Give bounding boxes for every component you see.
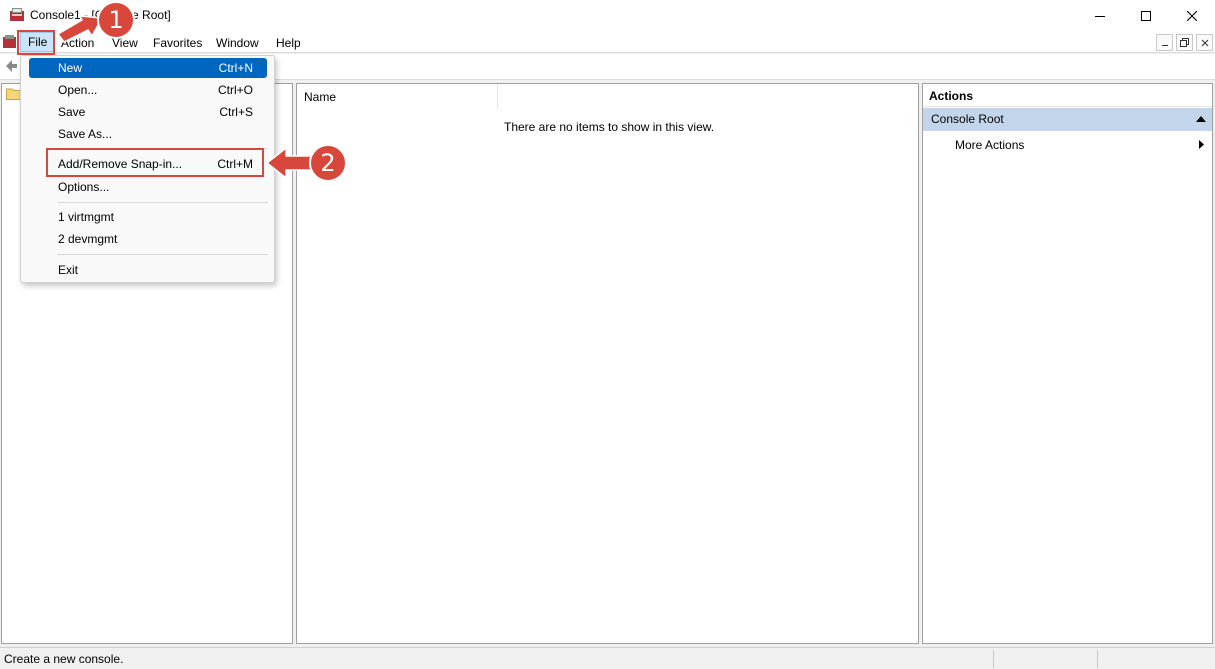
- actions-pane: Actions Console Root More Actions: [922, 83, 1213, 644]
- menu-item-save[interactable]: Save Ctrl+S: [29, 102, 267, 122]
- mmc-app-icon: [10, 8, 24, 21]
- actions-header: Actions: [923, 84, 1212, 107]
- chevron-right-icon[interactable]: [1199, 140, 1204, 149]
- name-column-header[interactable]: Name: [297, 84, 498, 109]
- actions-root-label: Console Root: [931, 112, 1004, 126]
- back-arrow-icon[interactable]: [4, 59, 18, 73]
- menu-favorites[interactable]: Favorites: [153, 34, 202, 52]
- results-pane[interactable]: Name There are no items to show in this …: [296, 83, 919, 644]
- menu-separator: [58, 202, 268, 203]
- menu-item-options[interactable]: Options...: [29, 177, 267, 197]
- document-icon[interactable]: [3, 35, 17, 49]
- menu-item-recent-devmgmt[interactable]: 2 devmgmt: [29, 229, 267, 249]
- menu-item-save-as[interactable]: Save As...: [29, 124, 267, 144]
- menu-item-open[interactable]: Open... Ctrl+O: [29, 80, 267, 100]
- menu-item-label: 2 devmgmt: [58, 232, 118, 246]
- minimize-button[interactable]: [1077, 0, 1123, 31]
- menu-item-label: Save As...: [58, 127, 113, 141]
- menu-item-new[interactable]: New Ctrl+N: [29, 58, 267, 78]
- menu-item-shortcut: Ctrl+O: [217, 83, 253, 97]
- child-close-button[interactable]: [1196, 34, 1213, 51]
- more-actions-item[interactable]: More Actions: [955, 138, 1024, 152]
- close-icon: [1201, 39, 1208, 46]
- menu-item-exit[interactable]: Exit: [29, 260, 267, 280]
- menu-item-label: Exit: [58, 263, 79, 277]
- menu-bar: File Action View Favorites Window Help: [0, 31, 1215, 53]
- status-text: Create a new console.: [4, 652, 124, 666]
- status-bar: Create a new console.: [0, 647, 1215, 669]
- collapse-up-icon[interactable]: [1196, 116, 1206, 122]
- child-minimize-button[interactable]: [1156, 34, 1173, 51]
- close-button[interactable]: [1169, 0, 1215, 31]
- minimize-icon: [1161, 44, 1168, 46]
- menu-item-shortcut: Ctrl+N: [218, 61, 253, 75]
- menu-item-recent-virtmgmt[interactable]: 1 virtmgmt: [29, 207, 267, 227]
- menu-item-label: 1 virtmgmt: [58, 210, 115, 224]
- status-divider: [993, 650, 994, 668]
- menu-help[interactable]: Help: [276, 34, 301, 52]
- menu-item-label: Options...: [58, 180, 110, 194]
- menu-window[interactable]: Window: [216, 34, 259, 52]
- maximize-icon: [1141, 10, 1151, 21]
- child-restore-button[interactable]: [1176, 34, 1193, 51]
- actions-console-root[interactable]: Console Root: [923, 108, 1212, 131]
- minimize-icon: [1095, 15, 1105, 17]
- annotation-highlight-snap-in: [46, 148, 264, 177]
- status-divider: [1097, 650, 1098, 668]
- menu-item-shortcut: Ctrl+S: [219, 105, 253, 119]
- menu-item-label: Open...: [58, 83, 98, 97]
- annotation-step-2-label: 2: [320, 149, 336, 177]
- restore-icon: [1180, 38, 1189, 47]
- maximize-button[interactable]: [1123, 0, 1169, 31]
- menu-separator: [58, 254, 268, 255]
- empty-view-message: There are no items to show in this view.: [504, 120, 715, 134]
- menu-item-label: New: [58, 61, 83, 75]
- title-bar: Console1 - [Console Root]: [0, 0, 1215, 31]
- close-icon: [1187, 10, 1197, 21]
- annotation-step-1-label: 1: [108, 6, 124, 34]
- menu-item-label: Save: [58, 105, 86, 119]
